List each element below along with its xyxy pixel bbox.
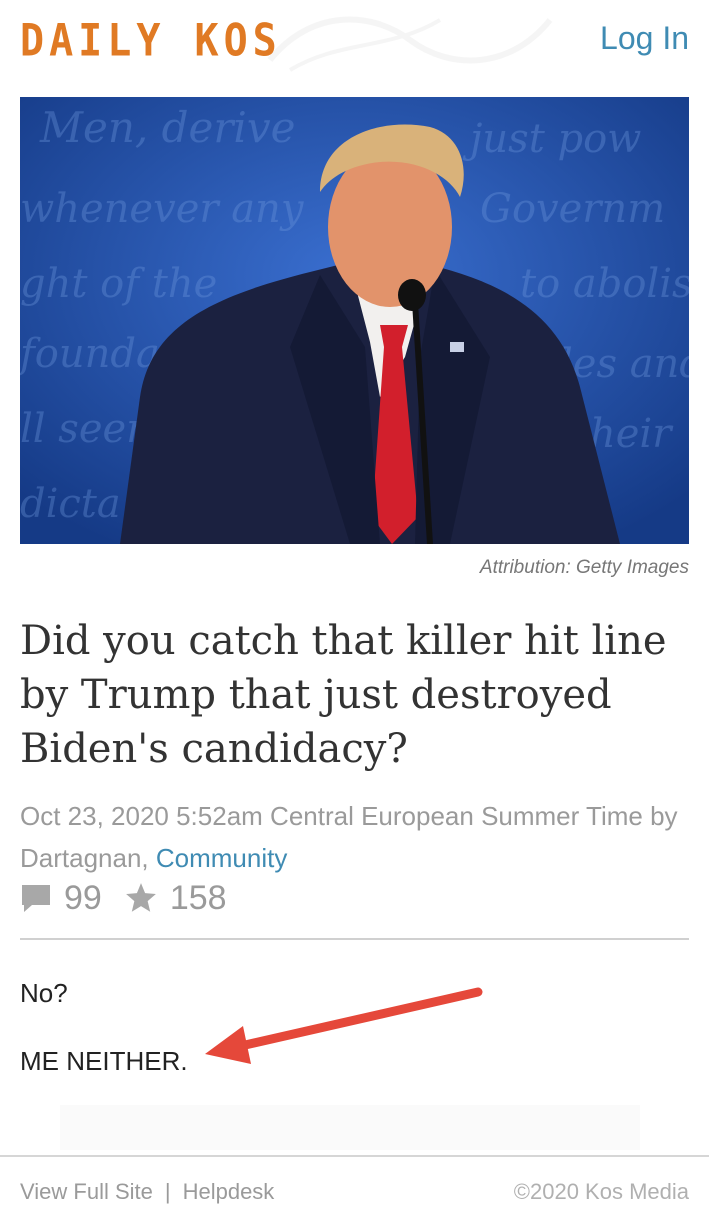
article-meta: Oct 23, 2020 5:52am Central European Sum… — [20, 795, 689, 879]
svg-text:just pow: just pow — [462, 116, 641, 162]
article-title: Did you catch that killer hit line by Tr… — [20, 618, 667, 772]
svg-text:Governm: Governm — [480, 186, 665, 232]
svg-text:Men, derive: Men, derive — [39, 103, 295, 152]
article-stats: 99 158 — [20, 876, 249, 920]
helpdesk-link[interactable]: Helpdesk — [183, 1179, 275, 1204]
comments-count: 99 — [64, 878, 102, 917]
content-divider — [20, 938, 689, 940]
hero-image: Men, derive just pow whenever any Govern… — [20, 97, 689, 544]
image-attribution: Attribution: Getty Images — [479, 557, 689, 578]
category-link[interactable]: Community — [156, 843, 287, 873]
svg-text:to abolis: to abolis — [520, 261, 689, 307]
view-full-site-link[interactable]: View Full Site — [20, 1179, 153, 1204]
svg-text:ght of the: ght of the — [20, 261, 217, 307]
svg-text:dicta: dicta — [20, 481, 121, 527]
svg-text:les and: les and — [560, 341, 689, 387]
recommends-count: 158 — [169, 878, 227, 917]
comments-count-link[interactable]: 99 — [20, 879, 102, 918]
svg-text:heir: heir — [590, 411, 674, 457]
comment-icon — [22, 885, 50, 912]
header-watermark-decoration — [267, 16, 553, 72]
star-icon — [125, 883, 156, 912]
footer-separator: | — [164, 1179, 171, 1204]
article-date-author: Oct 23, 2020 5:52am Central European Sum… — [20, 801, 678, 873]
copyright-text: ©2020 Kos Media — [513, 1179, 689, 1204]
recommends-count-link[interactable]: 158 — [124, 879, 227, 918]
site-logo[interactable]: DAILY KOS — [20, 14, 282, 68]
faded-content — [60, 1105, 640, 1150]
article-paragraph: No? — [20, 978, 68, 1008]
login-link[interactable]: Log In — [600, 18, 689, 58]
site-header: DAILY KOS Log In — [0, 0, 709, 82]
hero-photo-illustration: Men, derive just pow whenever any Govern… — [20, 97, 689, 544]
article-paragraph: ME NEITHER. — [20, 1046, 188, 1076]
svg-text:whenever any: whenever any — [20, 186, 305, 232]
footer-links: View Full Site | Helpdesk — [20, 1179, 274, 1205]
site-footer: View Full Site | Helpdesk ©2020 Kos Media — [0, 1155, 709, 1205]
